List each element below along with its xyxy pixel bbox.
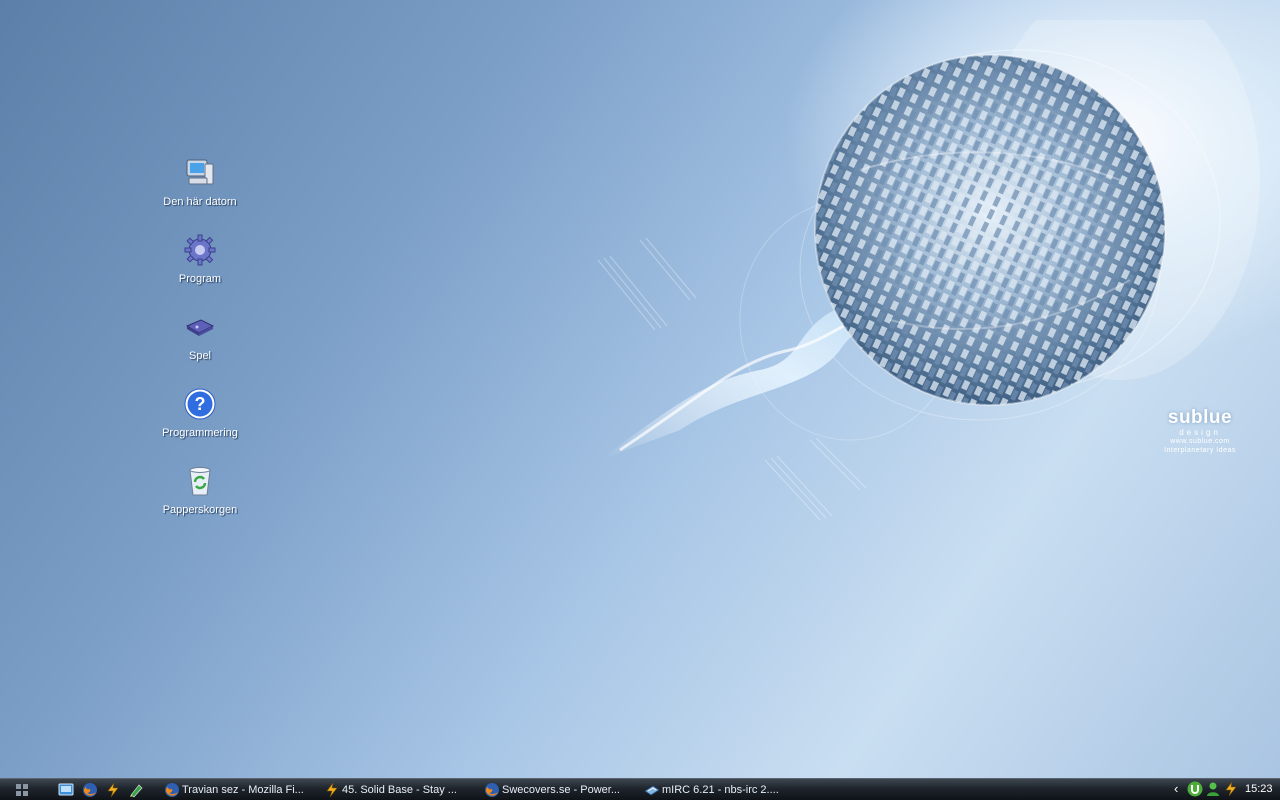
desktop-icon-label: Den här datorn bbox=[163, 196, 237, 208]
taskbar-button-label: mIRC 6.21 - nbs-irc 2.... bbox=[662, 784, 779, 796]
help-question-icon: ? bbox=[184, 388, 216, 420]
show-desktop-icon[interactable] bbox=[58, 782, 74, 798]
taskbar-button-label: 45. Solid Base - Stay ... bbox=[342, 784, 457, 796]
tray-expand-button[interactable]: ‹ bbox=[1174, 779, 1178, 799]
messenger-icon[interactable] bbox=[1205, 781, 1221, 797]
taskbar-button-label: Swecovers.se - Power... bbox=[502, 784, 620, 796]
wallpaper-planet-city-art bbox=[597, 20, 1260, 521]
firefox-icon bbox=[485, 783, 499, 797]
recycle-bin-icon bbox=[189, 467, 211, 496]
desktop-icon-programmering[interactable]: ? Programmering bbox=[150, 387, 250, 441]
start-button[interactable] bbox=[16, 784, 28, 796]
gamepad-icon bbox=[185, 319, 215, 336]
taskbar-button-winamp[interactable]: 45. Solid Base - Stay ... bbox=[322, 780, 472, 800]
clock[interactable]: 15:23 bbox=[1245, 779, 1273, 799]
desktop-icon-spel[interactable]: Spel bbox=[150, 310, 250, 364]
taskbar-button-travian[interactable]: Travian sez - Mozilla Fi... bbox=[162, 780, 312, 800]
pen-icon[interactable] bbox=[128, 782, 144, 798]
winamp-icon bbox=[326, 782, 338, 798]
taskbar-button-label: Travian sez - Mozilla Fi... bbox=[182, 784, 304, 796]
taskbar: Travian sez - Mozilla Fi... 45. Solid Ba… bbox=[0, 778, 1280, 800]
winamp-icon[interactable] bbox=[105, 782, 121, 798]
desktop-icon-program[interactable]: Program bbox=[150, 233, 250, 287]
firefox-icon bbox=[165, 783, 179, 797]
svg-text:?: ? bbox=[195, 394, 206, 414]
firefox-icon[interactable] bbox=[82, 782, 98, 798]
mirc-icon bbox=[644, 785, 660, 796]
utorrent-icon[interactable] bbox=[1187, 781, 1203, 797]
desktop-icon-label: Papperskorgen bbox=[162, 504, 238, 516]
desktop: sublue design www.sublue.com Interplanet… bbox=[0, 0, 1280, 778]
brand-name: sublue bbox=[1167, 407, 1233, 428]
winamp-tray-icon[interactable] bbox=[1223, 781, 1239, 797]
my-computer-icon bbox=[186, 159, 214, 185]
taskbar-button-mirc[interactable]: mIRC 6.21 - nbs-irc 2.... bbox=[642, 780, 792, 800]
desktop-icon-label: Program bbox=[178, 273, 222, 285]
wallpaper-brand: sublue design www.sublue.com Interplanet… bbox=[1152, 408, 1248, 455]
gear-icon bbox=[184, 234, 216, 266]
desktop-icon-label: Spel bbox=[188, 350, 212, 362]
brand-url: www.sublue.com bbox=[1170, 438, 1230, 445]
brand-tagline: Interplanetary Ideas bbox=[1164, 447, 1236, 454]
taskbar-button-swecovers[interactable]: Swecovers.se - Power... bbox=[482, 780, 632, 800]
brand-subtitle: design bbox=[1179, 428, 1221, 437]
desktop-icon-label: Programmering bbox=[162, 427, 238, 439]
desktop-icon-papperskorgen[interactable]: Papperskorgen bbox=[150, 464, 250, 518]
desktop-icon-my-computer[interactable]: Den här datorn bbox=[150, 156, 250, 210]
